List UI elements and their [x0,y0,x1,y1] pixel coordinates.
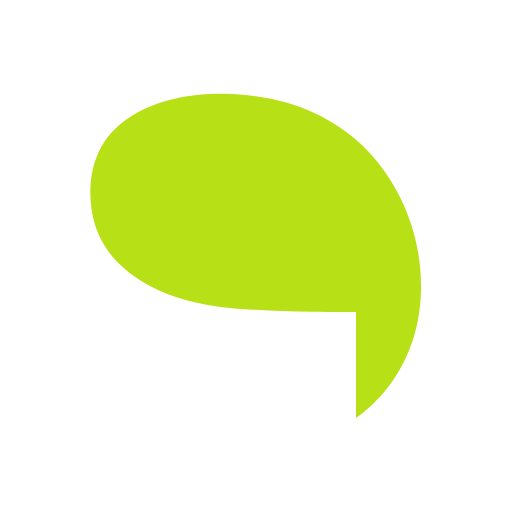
app-icon-canvas [0,0,512,512]
speech-bubble-shape [90,93,422,419]
speech-bubble-icon [90,93,422,419]
